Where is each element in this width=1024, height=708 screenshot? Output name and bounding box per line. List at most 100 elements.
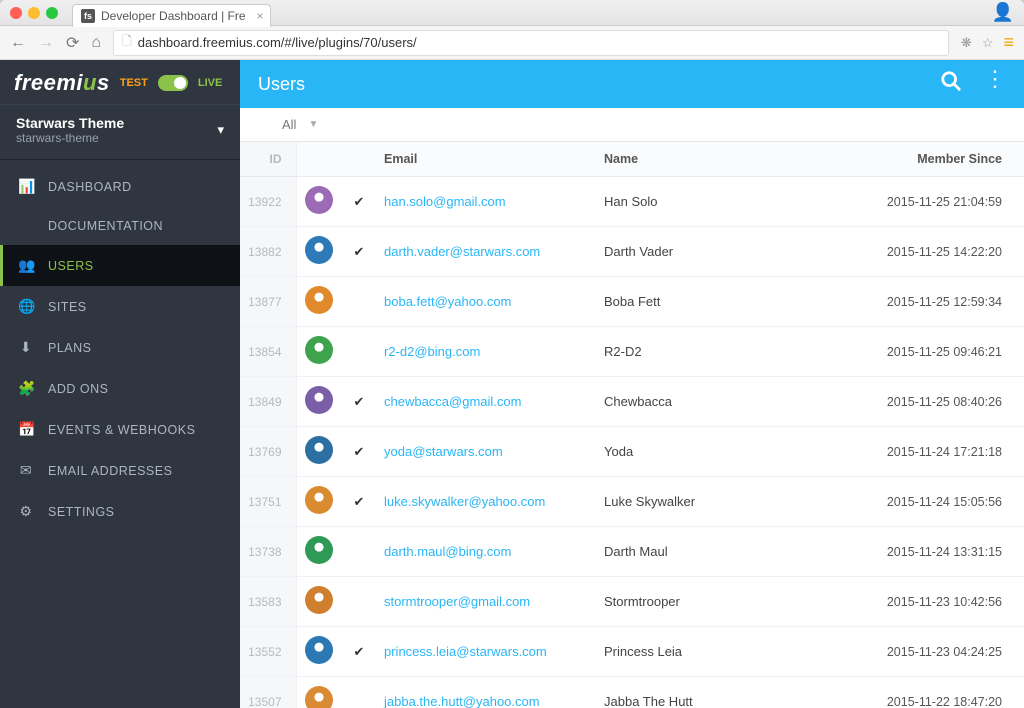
favicon-icon: fs bbox=[81, 9, 95, 23]
users-icon: 👥 bbox=[18, 257, 34, 274]
table-row[interactable]: 13882✔darth.vader@starwars.comDarth Vade… bbox=[240, 227, 1024, 277]
address-bar: ← → ⟳ ⌂ 🗋 dashboard.freemius.com/#/live/… bbox=[0, 26, 1024, 60]
cell-avatar bbox=[296, 327, 342, 377]
cell-member-since: 2015-11-25 12:59:34 bbox=[854, 277, 1024, 327]
sidebar-item-label: USERS bbox=[48, 259, 94, 273]
logo: freemius bbox=[14, 70, 110, 96]
cell-verified bbox=[342, 327, 376, 377]
cell-avatar bbox=[296, 677, 342, 708]
forward-button[interactable]: → bbox=[38, 34, 54, 52]
cell-name: Luke Skywalker bbox=[596, 477, 854, 527]
cell-verified: ✔ bbox=[342, 377, 376, 427]
avatar bbox=[305, 236, 333, 264]
reload-button[interactable]: ⟳ bbox=[66, 33, 79, 53]
sidebar-item-label: DOCUMENTATION bbox=[48, 219, 163, 233]
sidebar-item-events-webhooks[interactable]: 📅EVENTS & WEBHOOKS bbox=[0, 409, 240, 450]
cell-name: Princess Leia bbox=[596, 627, 854, 677]
table-row[interactable]: 13738darth.maul@bing.comDarth Maul2015-1… bbox=[240, 527, 1024, 577]
cell-name: Darth Vader bbox=[596, 227, 854, 277]
cell-member-since: 2015-11-24 15:05:56 bbox=[854, 477, 1024, 527]
sidebar-top: freemius TEST LIVE bbox=[0, 60, 240, 104]
cell-member-since: 2015-11-25 21:04:59 bbox=[854, 177, 1024, 227]
more-menu-icon[interactable]: ⋮ bbox=[984, 70, 1006, 98]
minimize-window-button[interactable] bbox=[28, 7, 40, 19]
cell-avatar bbox=[296, 427, 342, 477]
cell-avatar bbox=[296, 377, 342, 427]
home-button[interactable]: ⌂ bbox=[91, 34, 101, 52]
sidebar-item-label: SETTINGS bbox=[48, 505, 115, 519]
table-row[interactable]: 13877boba.fett@yahoo.comBoba Fett2015-11… bbox=[240, 277, 1024, 327]
email-link[interactable]: luke.skywalker@yahoo.com bbox=[384, 494, 545, 509]
cell-id: 13507 bbox=[240, 677, 296, 708]
cell-id: 13922 bbox=[240, 177, 296, 227]
close-window-button[interactable] bbox=[10, 7, 22, 19]
sidebar-item-users[interactable]: 👥 USERS bbox=[0, 245, 240, 286]
table-row[interactable]: 13552✔princess.leia@starwars.comPrincess… bbox=[240, 627, 1024, 677]
table-row[interactable]: 13854r2-d2@bing.comR2-D22015-11-25 09:46… bbox=[240, 327, 1024, 377]
sidebar-item-sites[interactable]: 🌐SITES bbox=[0, 286, 240, 327]
sidebar-item-add-ons[interactable]: 🧩ADD ONS bbox=[0, 368, 240, 409]
cell-id: 13877 bbox=[240, 277, 296, 327]
page-icon: 🗋 bbox=[122, 32, 132, 53]
col-name[interactable]: Name bbox=[596, 142, 854, 177]
search-icon[interactable] bbox=[940, 70, 962, 98]
sidebar: freemius TEST LIVE Starwars Theme starwa… bbox=[0, 60, 240, 708]
calendar-icon: 📅 bbox=[18, 421, 34, 438]
email-link[interactable]: darth.maul@bing.com bbox=[384, 544, 511, 559]
dropbox-icon: ⬇ bbox=[18, 339, 34, 356]
sidebar-item-dashboard[interactable]: 📊DASHBOARD bbox=[0, 166, 240, 207]
check-icon: ✔ bbox=[354, 644, 365, 659]
cell-member-since: 2015-11-24 13:31:15 bbox=[854, 527, 1024, 577]
titlebar: fs Developer Dashboard | Fre × 👤 bbox=[0, 0, 1024, 26]
cell-avatar bbox=[296, 577, 342, 627]
back-button[interactable]: ← bbox=[10, 34, 26, 52]
col-member-since[interactable]: Member Since bbox=[854, 142, 1024, 177]
maximize-window-button[interactable] bbox=[46, 7, 58, 19]
filter-bar[interactable]: All ▼ bbox=[240, 108, 1024, 142]
project-selector[interactable]: Starwars Theme starwars-theme ▾ bbox=[0, 104, 240, 160]
email-link[interactable]: jabba.the.hutt@yahoo.com bbox=[384, 694, 540, 708]
avatar bbox=[305, 686, 333, 708]
env-toggle[interactable] bbox=[158, 75, 188, 91]
table-row[interactable]: 13583stormtrooper@gmail.comStormtrooper2… bbox=[240, 577, 1024, 627]
table-row[interactable]: 13922✔han.solo@gmail.comHan Solo2015-11-… bbox=[240, 177, 1024, 227]
email-link[interactable]: yoda@starwars.com bbox=[384, 444, 503, 459]
email-link[interactable]: princess.leia@starwars.com bbox=[384, 644, 547, 659]
browser-tab[interactable]: fs Developer Dashboard | Fre × bbox=[72, 4, 271, 27]
table-wrap[interactable]: ID Email Name Member Since 13922✔han.sol… bbox=[240, 142, 1024, 708]
col-id[interactable]: ID bbox=[240, 142, 296, 177]
email-link[interactable]: stormtrooper@gmail.com bbox=[384, 594, 530, 609]
cell-email: chewbacca@gmail.com bbox=[376, 377, 596, 427]
email-link[interactable]: boba.fett@yahoo.com bbox=[384, 294, 511, 309]
browser-menu-icon[interactable]: ≡ bbox=[1003, 32, 1014, 53]
cell-name: Stormtrooper bbox=[596, 577, 854, 627]
page-title: Users bbox=[258, 74, 305, 95]
avatar bbox=[305, 536, 333, 564]
extension-icon[interactable]: ❋ bbox=[961, 35, 972, 51]
sidebar-item-email-addresses[interactable]: ✉EMAIL ADDRESSES bbox=[0, 450, 240, 491]
cell-email: princess.leia@starwars.com bbox=[376, 627, 596, 677]
table-row[interactable]: 13849✔chewbacca@gmail.comChewbacca2015-1… bbox=[240, 377, 1024, 427]
url-input[interactable]: 🗋 dashboard.freemius.com/#/live/plugins/… bbox=[113, 30, 949, 56]
cell-email: darth.vader@starwars.com bbox=[376, 227, 596, 277]
cell-verified: ✔ bbox=[342, 627, 376, 677]
avatar bbox=[305, 486, 333, 514]
sidebar-item-documentation[interactable]: DOCUMENTATION bbox=[0, 207, 240, 245]
email-link[interactable]: chewbacca@gmail.com bbox=[384, 394, 521, 409]
sidebar-item-plans[interactable]: ⬇PLANS bbox=[0, 327, 240, 368]
email-link[interactable]: r2-d2@bing.com bbox=[384, 344, 480, 359]
test-label: TEST bbox=[120, 77, 148, 89]
email-link[interactable]: han.solo@gmail.com bbox=[384, 194, 506, 209]
globe-icon: 🌐 bbox=[18, 298, 34, 315]
sidebar-item-settings[interactable]: ⚙SETTINGS bbox=[0, 491, 240, 532]
table-row[interactable]: 13769✔yoda@starwars.comYoda2015-11-24 17… bbox=[240, 427, 1024, 477]
close-tab-icon[interactable]: × bbox=[257, 9, 264, 23]
cell-member-since: 2015-11-24 17:21:18 bbox=[854, 427, 1024, 477]
table-row[interactable]: 13751✔luke.skywalker@yahoo.comLuke Skywa… bbox=[240, 477, 1024, 527]
cell-member-since: 2015-11-25 09:46:21 bbox=[854, 327, 1024, 377]
table-row[interactable]: 13507jabba.the.hutt@yahoo.comJabba The H… bbox=[240, 677, 1024, 708]
col-email[interactable]: Email bbox=[376, 142, 596, 177]
bookmark-icon[interactable]: ☆ bbox=[982, 35, 994, 51]
email-link[interactable]: darth.vader@starwars.com bbox=[384, 244, 540, 259]
avatar bbox=[305, 286, 333, 314]
